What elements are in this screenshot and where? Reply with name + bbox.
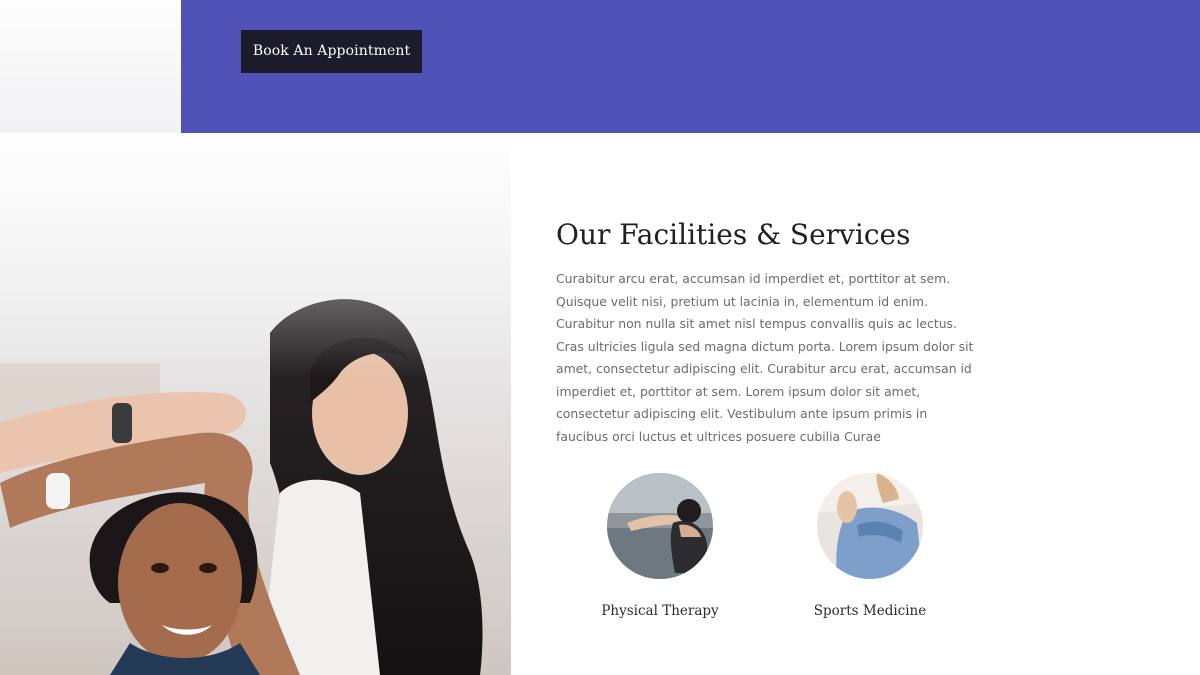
sports-medicine-photo-icon — [817, 473, 923, 579]
hero-photo — [0, 133, 511, 675]
physical-therapy-photo-icon — [607, 473, 713, 579]
section-title: Our Facilities & Services — [556, 218, 911, 251]
section-description: Curabitur arcu erat, accumsan id imperdi… — [556, 271, 974, 444]
book-appointment-button[interactable]: Book An Appointment — [241, 30, 422, 73]
left-fade-panel — [0, 0, 181, 133]
service-label: Sports Medicine — [813, 603, 927, 619]
page: Book An Appointment Our Facilities & Ser… — [0, 0, 1200, 675]
service-physical-therapy[interactable]: Physical Therapy — [560, 473, 760, 619]
service-label: Physical Therapy — [601, 603, 719, 619]
photo-trainer-stretching-client-icon — [0, 133, 511, 675]
service-sports-medicine[interactable]: Sports Medicine — [770, 473, 970, 619]
